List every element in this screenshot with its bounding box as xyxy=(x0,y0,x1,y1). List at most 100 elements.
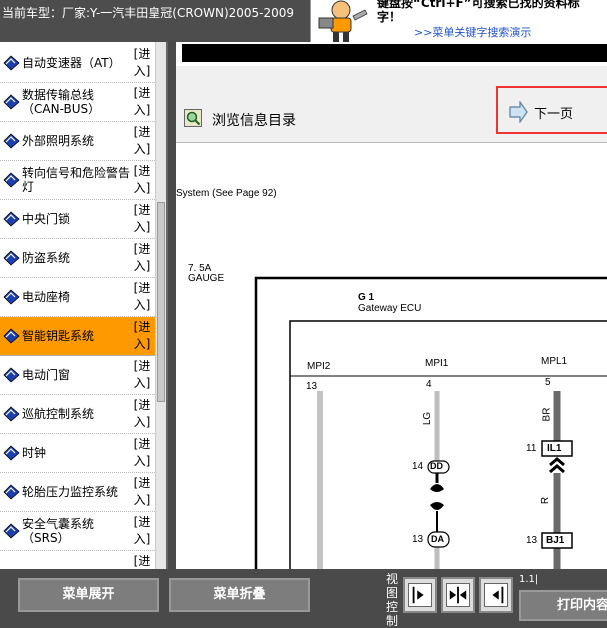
book-icon xyxy=(3,250,20,266)
sidebar-scrollbar[interactable] xyxy=(155,42,166,569)
content-title-bar xyxy=(182,44,607,62)
enter-link[interactable]: [进入] xyxy=(131,85,153,119)
enter-link[interactable]: [进入] xyxy=(131,124,153,158)
sidebar-item-label: 电动座椅 xyxy=(22,290,71,304)
sidebar-item-label: 时钟 xyxy=(22,446,47,460)
top-bar: 当前车型：厂家:Y-一汽丰田皇冠(CROWN)2005-2009 键盘按“Ctr… xyxy=(0,0,607,42)
print-content-button[interactable]: 打印内容 xyxy=(519,590,607,621)
sidebar-item-label: 智能钥匙系统 xyxy=(22,329,95,343)
tip-line-1: 键盘按“Ctrl+F”可搜索已找的资料标 xyxy=(377,0,580,10)
pin-name-mpl1: MPL1 xyxy=(541,356,568,367)
wiring-diagram: System (See Page 92) 7. 5A GAUGE G 1 Gat… xyxy=(176,142,607,569)
sidebar-menu-item[interactable]: 安全气囊系统（SRS） [进入] xyxy=(0,512,155,551)
ecu-id: G 1 xyxy=(358,292,375,303)
tip-banner: 键盘按“Ctrl+F”可搜索已找的资料标 字！ >>菜单关键字搜索演示 xyxy=(310,0,607,42)
ecu-name: Gateway ECU xyxy=(358,303,422,314)
system-reference: System (See Page 92) xyxy=(176,188,277,199)
connector-il1: IL1 xyxy=(547,443,562,454)
sidebar-menu-item[interactable]: 智能钥匙系统 [进入] xyxy=(0,317,155,356)
fuse-name: GAUGE xyxy=(188,273,225,284)
enter-link[interactable]: [进入] xyxy=(131,319,153,353)
sidebar-menu-item[interactable]: 转向信号和危险警告灯 [进入] xyxy=(0,161,155,200)
page-indicator: 1.1| xyxy=(519,574,539,585)
enter-link[interactable]: [进入] xyxy=(131,241,153,275)
sidebar-menu-item[interactable]: 防盗系统 [进入] xyxy=(0,239,155,278)
book-icon xyxy=(3,289,20,305)
next-page-label: 下一页 xyxy=(534,107,574,122)
sidebar-menu-item[interactable]: 中央门锁 [进入] xyxy=(0,200,155,239)
wire-color-br: BR xyxy=(541,407,553,422)
content-toolbar: 浏览信息目录 下一页 xyxy=(176,66,607,142)
menu-expand-button[interactable]: 菜单展开 xyxy=(18,578,159,612)
pin-name-mpi1: MPI1 xyxy=(425,358,449,369)
view-control-label: 视图控制 xyxy=(386,572,399,628)
connector-bj1-pin: 13 xyxy=(526,535,538,546)
enter-link[interactable]: [进入] xyxy=(131,514,153,548)
enter-link[interactable]: [进入] xyxy=(131,280,153,314)
bottom-bar: 菜单展开 菜单折叠 视图控制 1.1| 打印内容 xyxy=(0,569,607,628)
connector-dd: DD xyxy=(430,461,443,471)
sidebar-menu-item[interactable]: 电动座椅 [进入] xyxy=(0,278,155,317)
menu-collapse-button[interactable]: 菜单折叠 xyxy=(169,578,310,612)
book-icon xyxy=(3,406,20,422)
next-arrow-icon xyxy=(509,101,528,123)
sidebar-item-label: 中央门锁 xyxy=(22,212,71,226)
sidebar-menu-item[interactable]: 自动变速器（AT） [进入] xyxy=(0,44,155,83)
pin-num-mpi1: 4 xyxy=(426,379,432,390)
connector-da-pin: 13 xyxy=(412,534,424,545)
connector-dd-pin: 14 xyxy=(412,461,424,472)
scrollbar-thumb[interactable] xyxy=(157,202,165,402)
sidebar-menu-item[interactable]: 外部照明系统 [进入] xyxy=(0,122,155,161)
sidebar-menu-item[interactable]: 电动门窗 [进入] xyxy=(0,356,155,395)
connector-bj1: BJ1 xyxy=(546,535,565,546)
view-split-button[interactable] xyxy=(441,577,475,613)
book-icon xyxy=(3,94,20,110)
view-left-pane-button[interactable] xyxy=(403,577,437,613)
pin-num-mpl1: 5 xyxy=(545,377,551,388)
view-right-pane-button[interactable] xyxy=(479,577,513,613)
sidebar-item-label: 自动变速器（AT） xyxy=(22,56,121,70)
sidebar-item-label: 安全气囊系统（SRS） xyxy=(22,517,95,545)
tip-line-2: 字！ xyxy=(377,10,402,24)
wire-color-r: R xyxy=(540,496,552,505)
pin-name-mpi2: MPI2 xyxy=(307,361,331,372)
book-icon xyxy=(3,211,20,227)
enter-link[interactable]: [进入] xyxy=(131,202,153,236)
arrows-center-icon xyxy=(446,583,470,607)
book-icon xyxy=(3,523,20,539)
book-icon xyxy=(3,445,20,461)
browse-directory-link[interactable]: 浏览信息目录 xyxy=(212,110,296,130)
connector-il1-pin: 11 xyxy=(526,443,537,454)
next-page-button[interactable]: 下一页 xyxy=(496,86,607,134)
sidebar-menu-item[interactable]: 巡航控制系统 [进入] xyxy=(0,395,155,434)
sidebar-menu: 自动变速器（AT） [进入] 数据传输总线（CAN-BUS） [进入] 外部照明系统 [进… xyxy=(0,42,168,569)
keyword-search-demo-link[interactable]: >>菜单关键字搜索演示 xyxy=(414,24,531,40)
sidebar-item-label: 转向信号和危险警告灯 xyxy=(22,166,131,194)
sidebar-menu-item[interactable]: [进 xyxy=(0,551,155,569)
enter-link[interactable]: [进入] xyxy=(131,46,153,80)
sidebar-menu-item[interactable]: 数据传输总线（CAN-BUS） [进入] xyxy=(0,83,155,122)
book-icon xyxy=(3,133,20,149)
enter-link[interactable]: [进入] xyxy=(131,475,153,509)
enter-link[interactable]: [进入] xyxy=(131,163,153,197)
enter-link[interactable]: [进入] xyxy=(131,436,153,470)
sidebar-item-label: 外部照明系统 xyxy=(22,134,95,148)
sidebar-menu-item[interactable]: 时钟 [进入] xyxy=(0,434,155,473)
current-car-title: 当前车型：厂家:Y-一汽丰田皇冠(CROWN)2005-2009 xyxy=(2,6,295,20)
enter-link[interactable]: [进入] xyxy=(131,358,153,392)
enter-link[interactable]: [进 xyxy=(131,553,153,569)
connector-da: DA xyxy=(431,534,444,544)
sidebar-item-label: 巡航控制系统 xyxy=(22,407,95,421)
book-icon xyxy=(3,367,20,383)
sidebar-item-label: 轮胎压力监控系统 xyxy=(22,485,119,499)
book-icon xyxy=(3,328,20,344)
wire-color-lg: LG xyxy=(422,411,434,426)
pin-num-mpi2: 13 xyxy=(306,381,318,392)
sidebar-item-label: 防盗系统 xyxy=(22,251,71,265)
sidebar-item-label: 数据传输总线（CAN-BUS） xyxy=(22,88,101,116)
enter-link[interactable]: [进入] xyxy=(131,397,153,431)
sidebar-menu-item[interactable]: 轮胎压力监控系统 [进入] xyxy=(0,473,155,512)
arrow-left-icon xyxy=(484,583,508,607)
arrow-right-icon xyxy=(408,583,432,607)
book-icon xyxy=(3,484,20,500)
